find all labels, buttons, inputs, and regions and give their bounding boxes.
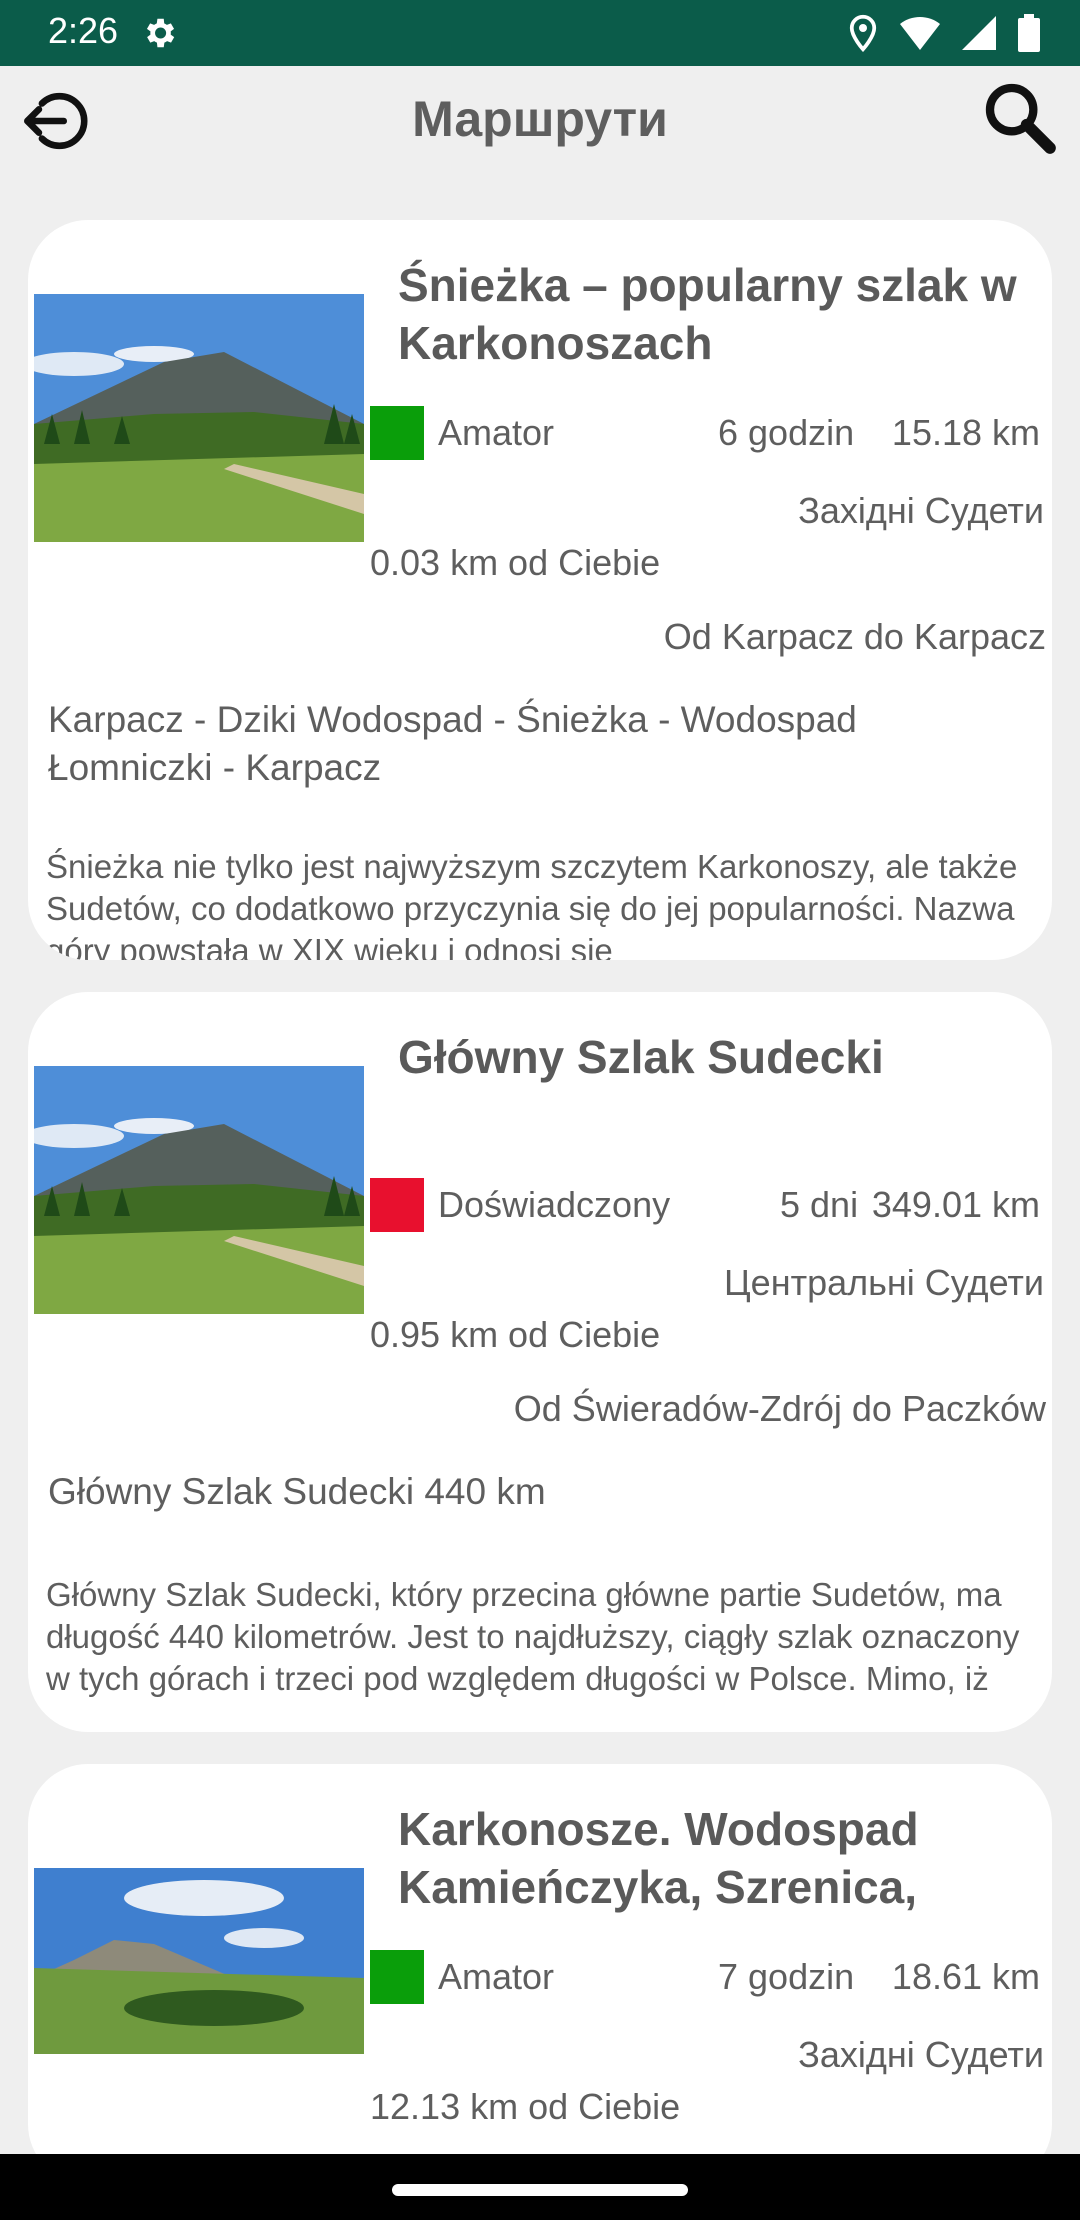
- page-title: Маршрути: [412, 91, 668, 147]
- app-bar: Маршрути: [0, 66, 1080, 176]
- search-icon[interactable]: [980, 78, 1060, 158]
- location-icon: [849, 14, 877, 52]
- route-card[interactable]: Karkonosze. Wodospad Kamieńczyka, Szreni…: [28, 1764, 1052, 2184]
- difficulty-label: Amator: [438, 412, 555, 453]
- difficulty-label: Amator: [438, 1956, 555, 1997]
- distance: 349.01 km: [871, 1184, 1040, 1225]
- from-to: Od Świeradów-Zdrój do Paczków: [513, 1388, 1046, 1429]
- route-title: Główny Szlak Sudecki: [398, 1031, 884, 1083]
- route-description: Śnieżka nie tylko jest najwyższym szczyt…: [46, 848, 1018, 960]
- distance: 18.61 km: [891, 1956, 1040, 1997]
- route-description: Główny Szlak Sudecki, który przecina głó…: [46, 1576, 1020, 1704]
- difficulty-color-box: [370, 1178, 424, 1232]
- route-path: Główny Szlak Sudecki 440 km: [48, 1471, 546, 1512]
- duration: 7 godzin: [718, 1956, 855, 1997]
- status-bar: 2:26: [0, 0, 1080, 66]
- region: Центральні Судети: [724, 1262, 1044, 1303]
- route-photo: [34, 1066, 364, 1314]
- region: Західні Судети: [798, 490, 1044, 531]
- route-card[interactable]: Śnieżka – popularny szlak w Karkonoszach…: [28, 220, 1052, 960]
- distance-from-user: 0.03 km od Ciebie: [370, 542, 661, 583]
- route-title: Śnieżka – popularny szlak w Karkonoszach: [398, 259, 1017, 369]
- system-nav-bar: [0, 2154, 1080, 2220]
- status-icons: [848, 14, 1040, 52]
- route-photo: [34, 1868, 364, 2054]
- signal-icon: [962, 16, 996, 50]
- difficulty-label: Doświadczony: [438, 1184, 671, 1225]
- settings-gear-icon: [146, 18, 175, 48]
- distance-from-user: 0.95 km od Ciebie: [370, 1314, 661, 1355]
- region: Західні Судети: [798, 2034, 1044, 2075]
- duration: 5 dni: [780, 1184, 859, 1225]
- difficulty-color-box: [370, 406, 424, 460]
- from-to: Od Karpacz do Karpacz: [663, 616, 1046, 657]
- route-path: Karpacz - Dziki Wodospad - Śnieżka - Wod…: [48, 699, 857, 788]
- distance: 15.18 km: [891, 412, 1040, 453]
- route-title: Karkonosze. Wodospad Kamieńczyka, Szreni…: [398, 1803, 919, 1913]
- wifi-icon: [900, 16, 940, 50]
- route-meta: Amator 7 godzin 18.61 km: [370, 1948, 1040, 2004]
- difficulty-color-box: [370, 1950, 424, 2004]
- distance-from-user: 12.13 km od Ciebie: [370, 2086, 681, 2127]
- status-time: 2:26: [48, 10, 119, 51]
- route-photo: [34, 294, 364, 542]
- route-meta: Doświadczony 5 dni 349.01 km: [370, 1176, 1040, 1232]
- route-card[interactable]: Główny Szlak Sudecki Doświadczony 5 dni …: [28, 992, 1052, 1732]
- duration: 6 godzin: [718, 412, 855, 453]
- battery-icon: [1018, 14, 1040, 52]
- home-gesture-handle[interactable]: [392, 2184, 688, 2196]
- route-meta: Amator 6 godzin 15.18 km: [370, 404, 1040, 460]
